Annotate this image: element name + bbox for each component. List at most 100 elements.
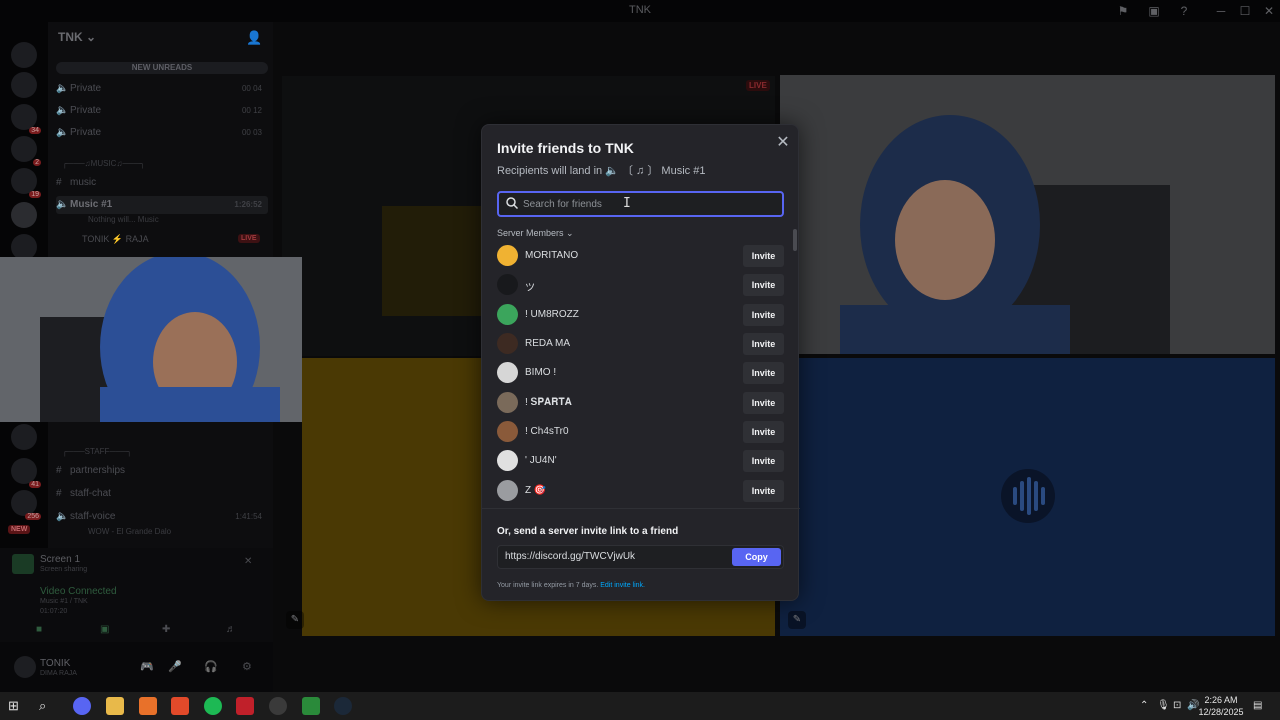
headphones-icon[interactable]: 🎧: [204, 660, 218, 673]
add-member-icon[interactable]: 👤: [246, 30, 262, 46]
new-unreads-bar[interactable]: NEW UNREADS: [56, 62, 268, 74]
activities-icon[interactable]: ✚: [162, 624, 170, 635]
voicemeeter-icon[interactable]: [236, 697, 254, 715]
list-item: ! 𝐒𝐏𝐀𝐑𝐓𝐀 Invite: [497, 390, 784, 416]
steam-icon[interactable]: [334, 697, 352, 715]
mic-icon[interactable]: 🎤: [168, 660, 182, 673]
member-name: ツ: [525, 283, 535, 294]
spotify-icon[interactable]: [204, 697, 222, 715]
search-icon[interactable]: ⌕: [39, 697, 57, 715]
close-stream-icon[interactable]: ✕: [244, 556, 252, 567]
app-icon[interactable]: [139, 697, 157, 715]
help-icon[interactable]: ?: [1176, 3, 1192, 19]
invite-button[interactable]: Invite: [743, 450, 784, 472]
member-name: ' JU4N': [525, 455, 557, 466]
server-icon[interactable]: [11, 168, 41, 198]
mute-stream-icon[interactable]: ✎: [286, 611, 304, 629]
avatar[interactable]: [14, 656, 36, 678]
chevron-up-icon[interactable]: ⌃: [1140, 700, 1148, 711]
settings-gear-icon[interactable]: ⚙: [242, 660, 252, 673]
invite-button[interactable]: Invite: [743, 245, 784, 267]
screen-icon[interactable]: ▣: [1146, 3, 1162, 19]
invite-button[interactable]: Invite: [743, 333, 784, 355]
soundboard-icon[interactable]: ♬: [226, 624, 236, 635]
clock-date: 12/28/2025: [1198, 707, 1244, 717]
close-icon[interactable]: ✕: [774, 134, 792, 152]
stream-tile-camera[interactable]: [780, 75, 1275, 354]
invite-button[interactable]: Invite: [743, 392, 784, 414]
new-badge: NEW: [8, 525, 31, 534]
invite-link-field[interactable]: https://discord.gg/TWCVjwUk Copy: [497, 545, 784, 569]
channel-label: Music #1: [70, 199, 113, 210]
member-name: ! UM8ROZZ: [525, 309, 579, 320]
channel-staff-voice[interactable]: 🔈 staff-voice 1:41:54: [56, 508, 268, 526]
server-icon[interactable]: [11, 458, 41, 488]
invite-button[interactable]: Invite: [743, 304, 784, 326]
category-music[interactable]: ┌───♫MUSIC♫───┐: [62, 159, 145, 168]
discord-app-icon[interactable]: [73, 697, 91, 715]
scrollbar[interactable]: [793, 229, 797, 251]
soundwave-icon: [1013, 477, 1045, 515]
server-icon[interactable]: [11, 72, 37, 98]
voice-panel: Screen 1 Screen sharing ✕ Video Connecte…: [0, 548, 273, 642]
edit-invite-link[interactable]: Edit invite link.: [600, 582, 645, 589]
taskbar-clock[interactable]: 2:26 AM 12/28/2025: [1196, 694, 1246, 718]
close-window-button[interactable]: ✕: [1261, 3, 1277, 19]
brave-browser-icon[interactable]: [171, 697, 189, 715]
mic-tray-icon[interactable]: 🎙: [1157, 700, 1170, 711]
video-sub: Music #1 / TNK: [40, 598, 88, 605]
maximize-button[interactable]: ☐: [1237, 3, 1253, 19]
channel-private[interactable]: 🔈 Private 00 03: [56, 124, 268, 142]
channel-private[interactable]: 🔈 Private 00 04: [56, 80, 268, 98]
invite-button[interactable]: Invite: [743, 480, 784, 502]
mute-stream-icon[interactable]: ✎: [788, 611, 806, 629]
server-icon-tnk[interactable]: [11, 202, 37, 228]
server-icon[interactable]: [11, 42, 37, 68]
server-icon[interactable]: [11, 424, 37, 450]
server-icon[interactable]: [11, 490, 41, 520]
user-bar: TONIK DIMA RAJA 🎮 🎤 🎧 ⚙: [0, 642, 273, 692]
app-icon[interactable]: [302, 697, 320, 715]
channel-partnerships[interactable]: # partnerships: [56, 462, 268, 480]
camera-feed: [780, 75, 1275, 354]
screen-thumb[interactable]: [12, 554, 34, 574]
category-staff[interactable]: ┌───STAFF───┐: [62, 447, 132, 456]
camera-icon[interactable]: ■: [36, 624, 42, 635]
screenshare-icon[interactable]: ▣: [100, 624, 109, 635]
search-input[interactable]: [523, 196, 763, 212]
voice-user[interactable]: TONIK ⚡ RAJA: [82, 234, 149, 245]
invite-button[interactable]: Invite: [743, 362, 784, 384]
minimize-button[interactable]: ─: [1213, 3, 1229, 19]
channel-music[interactable]: # music: [56, 174, 268, 192]
section-label-text: Server Members: [497, 228, 564, 238]
search-field[interactable]: [497, 191, 784, 217]
server-icon[interactable]: [11, 104, 41, 134]
windows-start-icon[interactable]: ⊞: [8, 697, 26, 715]
channel-staff-chat[interactable]: # staff-chat: [56, 485, 268, 503]
file-explorer-icon[interactable]: [106, 697, 124, 715]
windows-taskbar: ⊞ ⌕ ⌃ 🎙 ⊡ 🔊 2:26 AM 12/28/2025 ▤: [0, 692, 1280, 720]
invite-button[interactable]: Invite: [743, 421, 784, 443]
invite-url[interactable]: https://discord.gg/TWCVjwUk: [505, 551, 635, 562]
notifications-icon[interactable]: ▤: [1253, 700, 1262, 711]
avatar: [497, 274, 518, 295]
speaker-icon: 🔈: [56, 83, 69, 94]
channel-music-1[interactable]: 🔈 Music #1 1:26:52: [56, 196, 268, 214]
section-label[interactable]: Server Members ⌄: [497, 228, 574, 239]
server-name[interactable]: TNK ⌄: [58, 30, 96, 44]
channel-timer: 1:26:52: [234, 200, 262, 209]
network-icon[interactable]: ⊡: [1173, 700, 1181, 711]
speaker-icon: 🔈: [56, 199, 69, 210]
invite-button[interactable]: Invite: [743, 274, 784, 296]
video-timer: 01:07:20: [40, 608, 68, 615]
participant-tile[interactable]: [780, 358, 1275, 636]
channel-count: 00 12: [241, 106, 262, 115]
inbox-icon[interactable]: ⚑: [1115, 3, 1131, 19]
gamepad-icon[interactable]: 🎮: [140, 660, 154, 673]
channel-private[interactable]: 🔈 Private 00 12: [56, 102, 268, 120]
member-list[interactable]: MORITANO Invite ツ Invite ! UM8ROZZ Invit…: [482, 240, 800, 507]
obs-icon[interactable]: [269, 697, 287, 715]
copy-button[interactable]: Copy: [732, 548, 781, 566]
server-icon[interactable]: [11, 136, 42, 166]
channel-subtitle: Nothing will... Music: [88, 215, 159, 224]
